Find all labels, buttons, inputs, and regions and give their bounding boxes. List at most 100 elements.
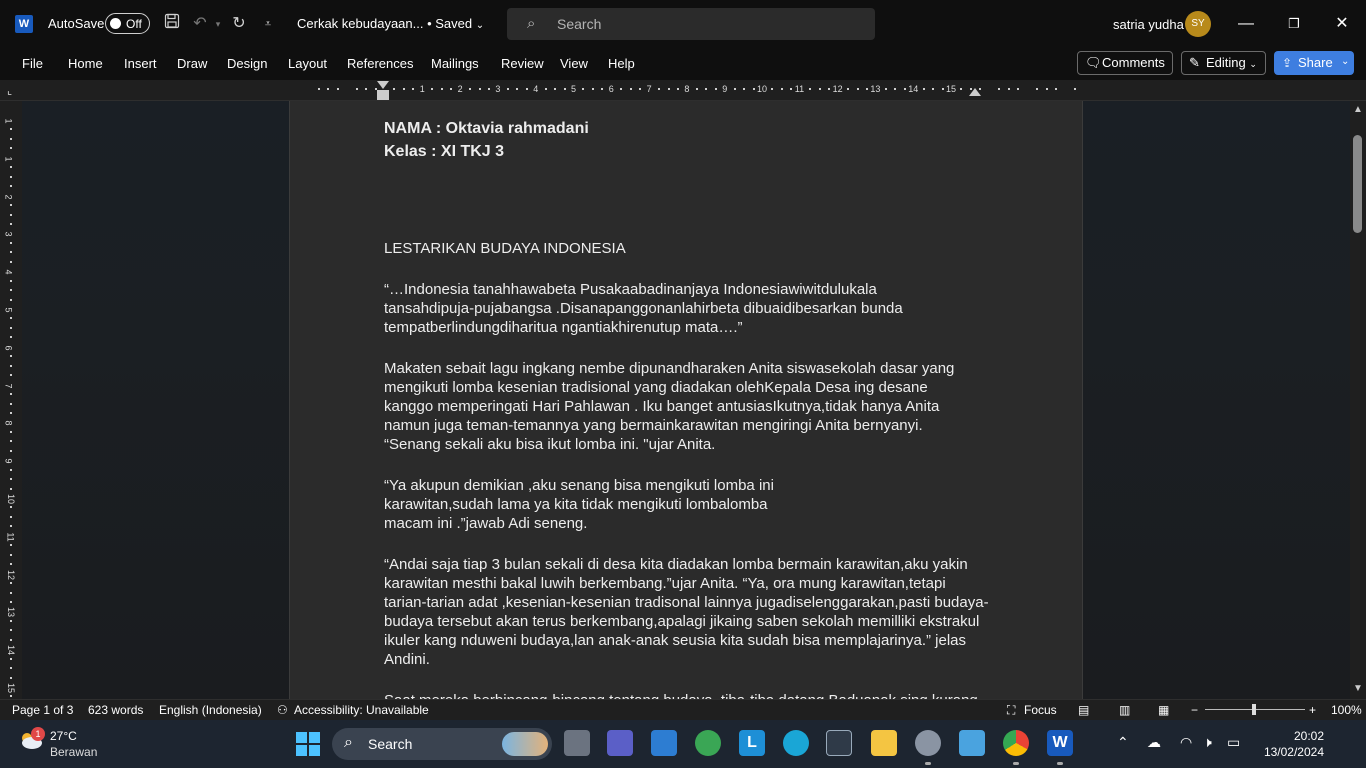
ruler-tick: [431, 88, 434, 90]
vertical-scrollbar[interactable]: ▲ ▼: [1350, 101, 1366, 699]
tab-design[interactable]: Design: [227, 56, 267, 71]
avatar[interactable]: SY: [1185, 11, 1211, 37]
ruler-tick: [525, 88, 528, 90]
ruler-tick: [10, 326, 12, 329]
undo-dropdown-icon[interactable]: ▾: [208, 13, 228, 35]
minimize-icon[interactable]: —: [1234, 12, 1258, 36]
tab-references[interactable]: References: [347, 56, 413, 71]
ruler-tick: [10, 582, 12, 585]
tab-layout[interactable]: Layout: [288, 56, 327, 71]
left-indent-marker[interactable]: [377, 90, 389, 100]
temperature[interactable]: 27°C: [50, 729, 77, 743]
restore-icon[interactable]: ❐: [1282, 12, 1306, 36]
settings-icon[interactable]: [915, 730, 941, 756]
clock-date[interactable]: 13/02/2024: [1255, 745, 1324, 759]
tab-file[interactable]: File: [22, 56, 43, 71]
ruler-tick: [10, 563, 12, 566]
autosave-toggle[interactable]: Off: [105, 13, 150, 34]
horizontal-ruler[interactable]: ⌞ 1 2 3 4 5 6 7 8 9 10 11 12 13 14 15: [0, 80, 1366, 101]
wifi-icon[interactable]: ◠: [1180, 734, 1192, 751]
doc-title-text: Cerkak kebudayaan... • Saved: [297, 16, 473, 31]
ribbon-options-icon[interactable]: ⌄: [1341, 56, 1349, 67]
ruler-tick: [487, 88, 490, 90]
tab-review[interactable]: Review: [501, 56, 544, 71]
document-body[interactable]: NAMA : Oktavia rahmadani Kelas : XI TKJ …: [384, 117, 1004, 699]
ruler-tick: [1017, 88, 1020, 90]
editing-label: Editing: [1206, 55, 1246, 70]
document-page[interactable]: NAMA : Oktavia rahmadani Kelas : XI TKJ …: [289, 101, 1083, 699]
close-icon[interactable]: ✕: [1330, 12, 1354, 36]
web-layout-icon[interactable]: ▦: [1158, 703, 1169, 717]
right-indent-marker[interactable]: [969, 88, 981, 96]
battery-icon[interactable]: ▭: [1227, 734, 1240, 751]
ruler-tick: [667, 88, 670, 90]
document-title[interactable]: Cerkak kebudayaan... • Saved ⌄: [297, 16, 484, 31]
scroll-up-icon[interactable]: ▲: [1353, 104, 1363, 115]
scrollbar-thumb[interactable]: [1353, 135, 1362, 233]
word-count[interactable]: 623 words: [88, 703, 143, 717]
focus-button[interactable]: Focus: [1024, 703, 1057, 717]
ruler-tick: [743, 88, 746, 90]
zoom-slider-knob[interactable]: [1252, 704, 1256, 715]
edge-icon[interactable]: [783, 730, 809, 756]
scroll-down-icon[interactable]: ▼: [1353, 683, 1363, 694]
zoom-level[interactable]: 100%: [1331, 703, 1362, 717]
word-icon[interactable]: W: [1047, 730, 1073, 756]
tab-view[interactable]: View: [560, 56, 588, 71]
autosave-label: AutoSave: [48, 16, 105, 31]
pencil-icon: ✎: [1189, 55, 1200, 70]
ruler-tick: [355, 88, 358, 90]
tab-help[interactable]: Help: [608, 56, 635, 71]
tab-stop-selector-icon[interactable]: ⌞: [7, 84, 12, 97]
app-l-icon[interactable]: L: [739, 730, 765, 756]
ruler-tick: [894, 88, 897, 90]
store-icon[interactable]: [651, 730, 677, 756]
weather-description[interactable]: Berawan: [50, 745, 97, 759]
comments-button[interactable]: 🗨 Comments: [1077, 51, 1173, 75]
language-indicator[interactable]: English (Indonesia): [159, 703, 262, 717]
app-globe-icon[interactable]: [695, 730, 721, 756]
chevron-up-icon[interactable]: ⌃: [1117, 734, 1129, 751]
search-box[interactable]: ⌕ Search: [507, 8, 875, 40]
ruler-tick: [10, 468, 12, 471]
ruler-tick: [629, 88, 632, 90]
read-mode-icon[interactable]: ▤: [1078, 703, 1089, 717]
accessibility-icon: ⚇: [277, 703, 288, 717]
tab-insert[interactable]: Insert: [124, 56, 157, 71]
teams-icon[interactable]: [607, 730, 633, 756]
zoom-out-icon[interactable]: −: [1191, 703, 1198, 717]
3d-viewer-icon[interactable]: [826, 730, 852, 756]
customize-toolbar-icon[interactable]: ⩡: [258, 13, 278, 35]
taskbar-search[interactable]: ⌕ Search: [332, 728, 552, 760]
running-indicator: [925, 762, 931, 765]
tab-draw[interactable]: Draw: [177, 56, 207, 71]
ruler-tick: [402, 88, 405, 90]
onedrive-icon[interactable]: ☁: [1147, 734, 1161, 751]
task-view-icon[interactable]: [564, 730, 590, 756]
accessibility-status[interactable]: Accessibility: Unavailable: [294, 703, 429, 717]
file-explorer-icon[interactable]: [871, 730, 897, 756]
print-layout-icon[interactable]: ▥: [1119, 703, 1130, 717]
page-count[interactable]: Page 1 of 3: [12, 703, 73, 717]
vertical-ruler[interactable]: 1 1 2 3 4 5 6 7 8 9 10 11 12 13 14 15: [0, 101, 22, 699]
control-panel-icon[interactable]: [959, 730, 985, 756]
volume-icon[interactable]: 🕨: [1203, 734, 1212, 751]
user-name[interactable]: satria yudha: [1113, 17, 1184, 32]
ruler-number: 1: [3, 156, 14, 162]
clock-time[interactable]: 20:02: [1262, 729, 1324, 743]
ruler-tick: [780, 88, 783, 90]
editing-button[interactable]: ✎ Editing ⌄: [1181, 51, 1266, 75]
zoom-in-icon[interactable]: +: [1309, 703, 1316, 717]
taskbar: 1 27°C Berawan ⌕ Search L W ⌃ ☁ ◠ 🕨 ▭ 20…: [0, 720, 1366, 768]
ruler-tick: [10, 657, 12, 660]
redo-icon[interactable]: ↻: [229, 13, 249, 35]
tab-mailings[interactable]: Mailings: [431, 56, 479, 71]
undo-icon[interactable]: ↶: [190, 13, 210, 35]
tab-home[interactable]: Home: [68, 56, 103, 71]
running-indicator: [1057, 762, 1063, 765]
save-icon[interactable]: [162, 13, 182, 35]
first-line-indent-marker[interactable]: [377, 81, 389, 89]
start-button[interactable]: [296, 732, 320, 756]
chrome-icon[interactable]: [1003, 730, 1029, 756]
paragraph-line: macam ini .”jawab Adi seneng.: [384, 515, 588, 532]
